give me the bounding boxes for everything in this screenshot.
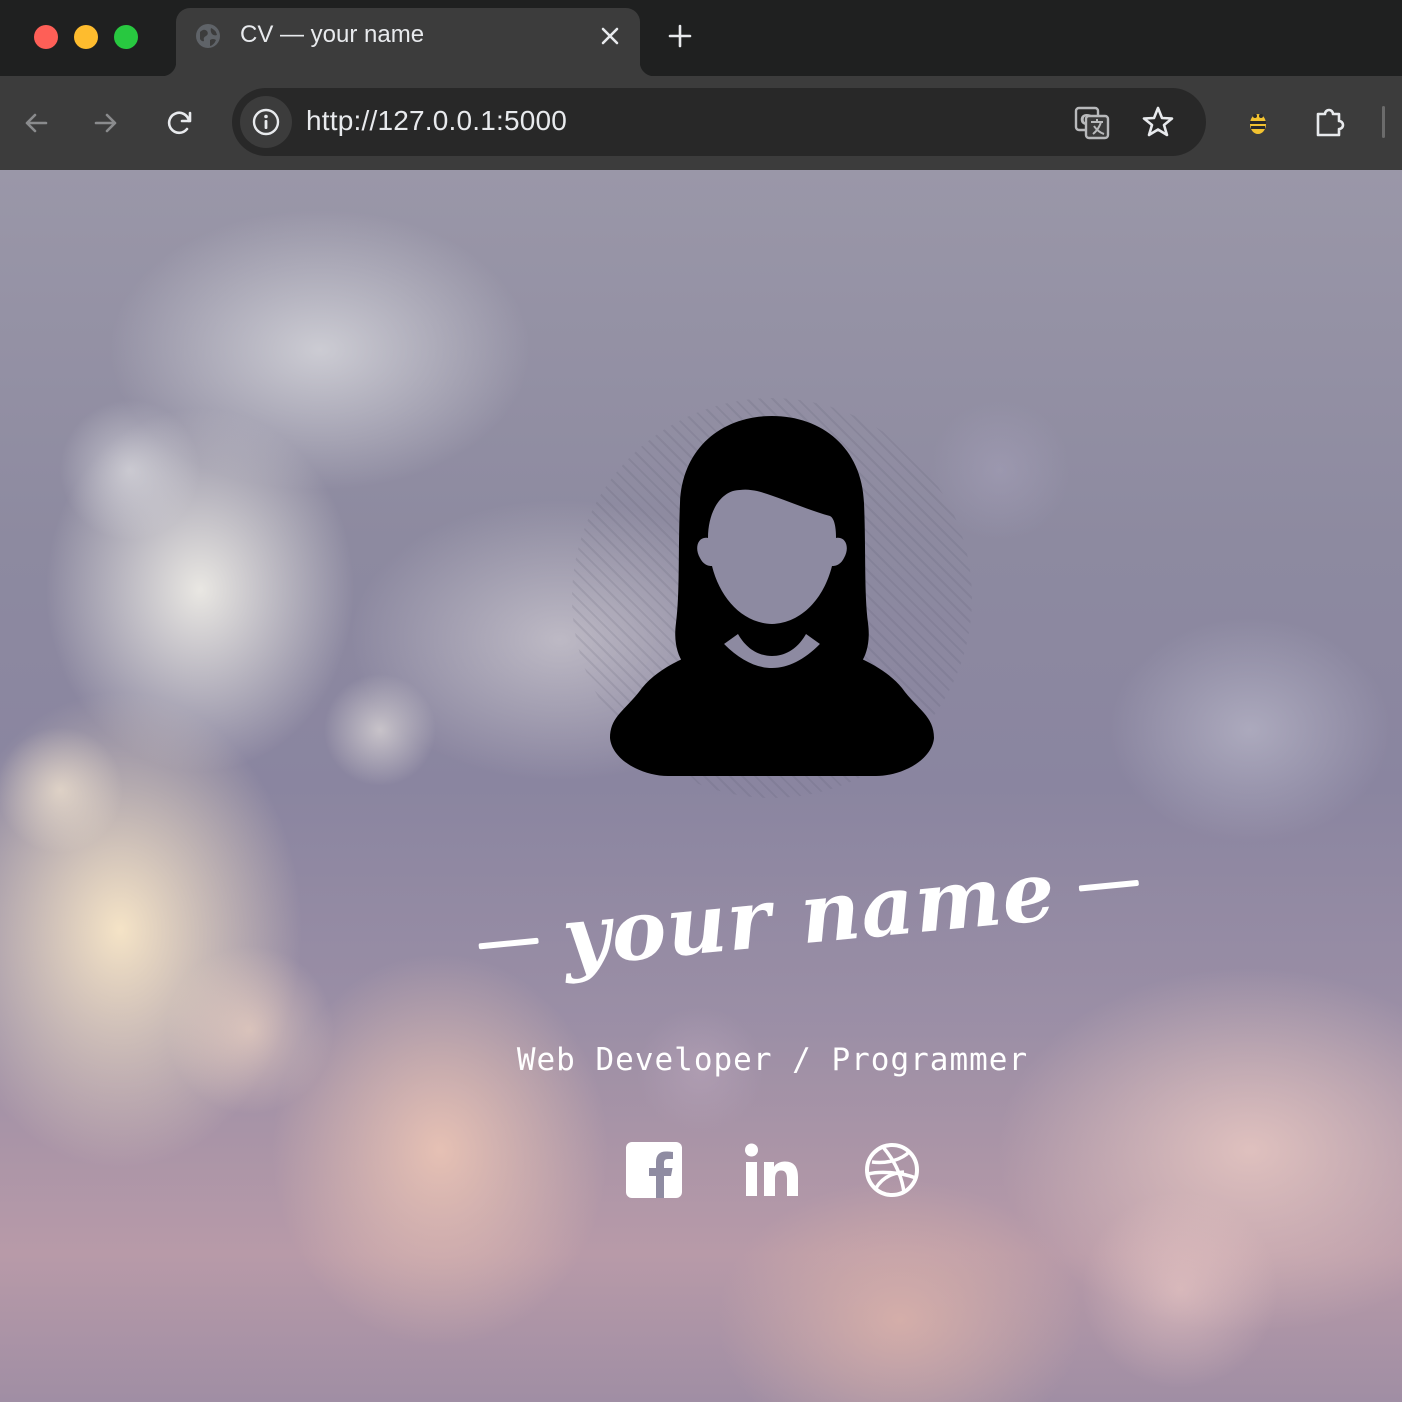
globe-icon [196, 24, 220, 48]
facebook-icon[interactable] [626, 1142, 682, 1198]
social-links [626, 1142, 922, 1200]
close-tab-icon[interactable] [598, 24, 622, 48]
minimize-window-button[interactable] [74, 25, 98, 49]
new-tab-icon[interactable] [664, 20, 696, 52]
job-title: Web Developer / Programmer [516, 1042, 1029, 1078]
address-bar[interactable]: http://127.0.0.1:5000 G [232, 88, 1206, 156]
site-info-button[interactable] [240, 96, 292, 148]
url-text: http://127.0.0.1:5000 [306, 105, 568, 136]
dribbble-icon[interactable] [864, 1142, 920, 1198]
page-viewport: your name Web Developer / Programmer [0, 170, 1402, 1402]
browser-window: CV — your name http://127.0.0.1:5000 you… [0, 0, 1402, 1402]
profile-avatar [572, 398, 972, 798]
tab-strip: CV — your name [0, 0, 1402, 76]
bee-extension-icon[interactable] [1240, 104, 1276, 140]
info-icon [252, 108, 280, 136]
extensions-puzzle-icon[interactable] [1312, 104, 1348, 140]
linkedin-icon[interactable] [744, 1142, 800, 1198]
tab-title: CV — your name [240, 21, 425, 48]
toolbar-divider [1382, 106, 1385, 138]
forward-arrow-icon[interactable] [90, 107, 122, 139]
back-arrow-icon[interactable] [20, 107, 52, 139]
reload-icon[interactable] [164, 107, 196, 139]
name-dash-left [478, 937, 539, 950]
browser-toolbar: http://127.0.0.1:5000 G [0, 76, 1402, 170]
maximize-window-button[interactable] [114, 25, 138, 49]
close-window-button[interactable] [34, 25, 58, 49]
female-avatar-icon [610, 416, 934, 776]
translate-icon[interactable]: G [1074, 104, 1110, 140]
active-tab[interactable]: CV — your name [162, 8, 654, 76]
bookmark-star-icon[interactable] [1140, 104, 1176, 140]
